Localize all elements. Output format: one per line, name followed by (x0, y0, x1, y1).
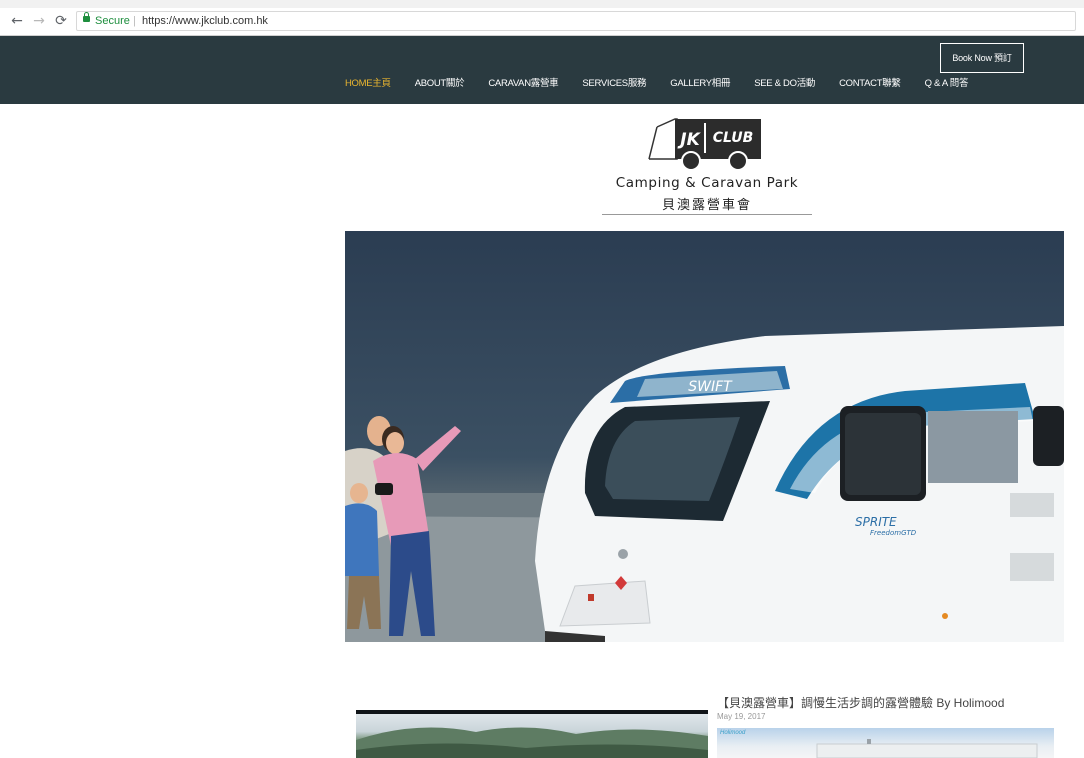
caravan-model-sub-text: FreedomGTD (870, 529, 917, 537)
site-header: Book Now 預訂 HOME主頁 ABOUT關於 CARAVAN露營車 SERVI… (0, 36, 1084, 104)
caravan-logo-icon: JK CLUB (648, 118, 761, 171)
mountain-image (356, 727, 708, 758)
address-bar[interactable]: Secure | https://www.jkclub.com.hk (76, 11, 1076, 31)
menu-item-6[interactable]: CONTACT聯繫 (839, 76, 901, 92)
caravan-brand-text: SWIFT (688, 379, 733, 395)
blog-post-title[interactable]: 【貝澳露營車】調慢生活步調的露營體驗 By Holimood (717, 694, 1004, 711)
menu-item-5[interactable]: SEE & DO活動 (754, 76, 815, 92)
hero-banner: SWIFT SPRITE FreedomGTD (345, 231, 1064, 642)
reload-icon[interactable]: ⟳ (52, 12, 70, 30)
logo-badge-left: JK (677, 130, 701, 150)
blog-post-date: May 19, 2017 (717, 712, 766, 721)
menu-item-3[interactable]: SERVICES服務 (582, 76, 646, 92)
caravan-model-text: SPRITE (855, 515, 897, 529)
url-separator: | (133, 15, 136, 27)
lock-icon (83, 12, 90, 22)
secure-label: Secure (95, 15, 130, 27)
caravan: SWIFT SPRITE FreedomGTD (535, 326, 1064, 642)
menu-item-0[interactable]: HOME主頁 (345, 76, 391, 92)
browser-toolbar: ← → ⟳ Secure | https://www.jkclub.com.hk (0, 8, 1084, 36)
menu-item-7[interactable]: Q & A 問答 (925, 76, 969, 92)
hero-image: SWIFT SPRITE FreedomGTD (345, 326, 1064, 642)
site-logo[interactable]: JK CLUB Camping & Caravan Park 貝澳露營車會 (600, 114, 814, 218)
logo-name-zh: 貝澳露營車會 (661, 197, 752, 212)
logo-badge-right: CLUB (713, 130, 753, 146)
book-now-button[interactable]: Book Now 預訂 (940, 43, 1024, 73)
menu-item-4[interactable]: GALLERY相冊 (670, 76, 730, 92)
logo-divider (602, 214, 812, 215)
menu-item-1[interactable]: ABOUT關於 (415, 76, 465, 92)
logo-name-en: Camping & Caravan Park (615, 175, 799, 191)
blog-thumbnail[interactable] (356, 710, 708, 758)
blog-post-image[interactable]: Holimood (717, 728, 1054, 758)
main-menu: HOME主頁 ABOUT關於 CARAVAN露營車 SERVICES服務 GALLERY… (345, 76, 992, 92)
url-text[interactable]: https://www.jkclub.com.hk (142, 12, 268, 30)
back-arrow-icon[interactable]: ← (8, 12, 26, 30)
menu-item-2[interactable]: CARAVAN露營車 (488, 76, 558, 92)
caravan-thumbnail-image (816, 739, 1038, 758)
forward-arrow-icon[interactable]: → (30, 12, 48, 30)
